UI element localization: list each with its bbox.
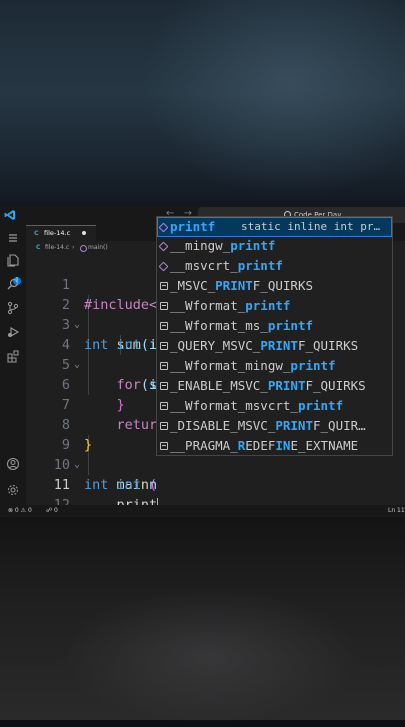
suggestion-label: __Wformat_msvcrt_printf xyxy=(170,396,343,416)
code-line-active: 11 print xyxy=(26,455,405,513)
suggestion-text: F_QUIRKS xyxy=(252,278,314,293)
suggestion-text: __Wformat_ xyxy=(170,298,246,313)
suggestion-item[interactable]: __Wformat_ms_printf xyxy=(157,316,392,336)
suggestion-label: __Wformat_ms_printf xyxy=(170,316,313,336)
match-highlight: PRINT xyxy=(260,338,298,353)
suggestion-label: _DISABLE_MSVC_PRINTF_QUIR… xyxy=(170,416,366,436)
suggestion-item[interactable]: __Wformat_mingw_printf xyxy=(157,356,392,376)
match-highlight: printf xyxy=(290,358,336,373)
match-highlight: printf xyxy=(267,318,313,333)
unsaved-dot-icon[interactable] xyxy=(82,231,86,235)
activity-bar: 1 xyxy=(0,225,26,505)
autocomplete-suggestions: printf static inline int pr… __mingw_print… xyxy=(156,216,393,456)
extensions-icon[interactable] xyxy=(6,349,20,363)
suggestion-item[interactable]: _QUERY_MSVC_PRINTF_QUIRKS xyxy=(157,336,392,356)
run-debug-icon[interactable] xyxy=(6,325,20,339)
account-icon[interactable] xyxy=(6,457,20,471)
settings-gear-icon[interactable] xyxy=(6,483,20,497)
vscode-logo-icon xyxy=(4,210,15,220)
macro-symbol-icon xyxy=(160,362,168,370)
breadcrumb-file[interactable]: file-14.c xyxy=(45,241,69,255)
video-background-bottom xyxy=(0,517,405,727)
suggestion-item[interactable]: __Wformat_msvcrt_printf xyxy=(157,396,392,416)
tab-file-14-c[interactable]: C file-14.c xyxy=(26,225,96,241)
suggestion-item[interactable]: printf static inline int pr… xyxy=(157,217,392,237)
suggestion-text: _QUERY_MSVC_ xyxy=(170,338,261,353)
menu-icon[interactable] xyxy=(6,231,20,245)
macro-symbol-icon xyxy=(160,382,168,390)
macro-symbol-icon xyxy=(160,402,168,410)
code-line: 12 } xyxy=(26,475,405,513)
suggestion-text: F_QUIRKS xyxy=(305,378,366,393)
suggestion-label: __PRAGMA_REDEFINE_EXTNAME xyxy=(170,436,358,456)
suggestion-label: _QUERY_MSVC_PRINTF_QUIRKS xyxy=(170,336,358,356)
explorer-icon[interactable] xyxy=(6,253,20,267)
suggestion-text: __msvcrt_ xyxy=(170,258,238,273)
problems-status[interactable]: ⊗ 0 ⚠ 0 xyxy=(8,505,32,517)
suggestion-label: printf xyxy=(170,217,215,237)
tab-label: file-14.c xyxy=(44,229,71,237)
match-highlight: PRINT xyxy=(215,278,253,293)
suggestion-text: __mingw_ xyxy=(170,238,231,253)
macro-symbol-icon xyxy=(160,282,168,290)
match-highlight: IN xyxy=(275,438,291,453)
cursor-position-status[interactable]: Ln 11 xyxy=(388,505,405,517)
macro-symbol-icon xyxy=(160,422,168,430)
suggestion-text: __PRAGMA_ xyxy=(170,438,238,453)
macro-symbol-icon xyxy=(160,342,168,350)
suggestion-label: _MSVC_PRINTF_QUIRKS xyxy=(170,276,313,296)
function-symbol-icon xyxy=(80,245,87,252)
suggestion-text: _DISABLE_MSVC_ xyxy=(170,418,276,433)
suggestion-item[interactable]: __msvcrt_printf xyxy=(157,256,392,276)
match-highlight: printf xyxy=(230,238,276,253)
suggestion-item[interactable]: __Wformat_printf xyxy=(157,296,392,316)
suggestion-label: __mingw_printf xyxy=(170,236,275,256)
match-highlight: PRINT xyxy=(275,418,313,433)
suggestion-text: __Wformat_ms_ xyxy=(170,318,268,333)
suggestion-item[interactable]: __PRAGMA_REDEFINE_EXTNAME xyxy=(157,436,392,456)
suggestion-text: __Wformat_mingw_ xyxy=(170,358,291,373)
match-highlight: printf xyxy=(237,258,283,273)
macro-symbol-icon xyxy=(160,442,168,450)
search-sidebar-icon[interactable] xyxy=(6,277,20,291)
suggestion-text: _ENABLE_MSVC_ xyxy=(170,378,268,393)
suggestion-text: _MSVC_ xyxy=(170,278,216,293)
suggestion-text: F_QUIR… xyxy=(313,418,366,433)
suggestion-item[interactable]: _DISABLE_MSVC_PRINTF_QUIR… xyxy=(157,416,392,436)
match-highlight: printf xyxy=(245,298,291,313)
breadcrumb-symbol[interactable]: main() xyxy=(88,241,108,255)
macro-symbol-icon xyxy=(160,302,168,310)
function-symbol-icon xyxy=(158,261,169,272)
suggestion-text: __Wformat_msvcrt_ xyxy=(170,398,298,413)
suggestion-text: EDEF xyxy=(245,438,276,453)
video-background-top xyxy=(0,0,405,205)
function-symbol-icon xyxy=(158,222,169,233)
status-bar: ⊗ 0 ⚠ 0 ☍ 0 Ln 11 xyxy=(0,505,405,517)
suggestion-text: E_EXTNAME xyxy=(290,438,359,453)
suggestion-label: __Wformat_printf xyxy=(170,296,290,316)
function-symbol-icon xyxy=(158,241,169,252)
suggestion-item[interactable]: _MSVC_PRINTF_QUIRKS xyxy=(157,276,392,296)
suggestion-item[interactable]: __mingw_printf xyxy=(157,236,392,256)
ports-status[interactable]: ☍ 0 xyxy=(46,505,58,517)
breadcrumb-c-file-icon: C xyxy=(36,244,41,251)
source-control-icon[interactable] xyxy=(6,301,20,315)
macro-symbol-icon xyxy=(160,322,168,330)
suggestion-item[interactable]: _ENABLE_MSVC_PRINTF_QUIRKS xyxy=(157,376,392,396)
suggestion-label: __Wformat_mingw_printf xyxy=(170,356,336,376)
suggestion-label: __msvcrt_printf xyxy=(170,256,283,276)
breadcrumb-separator: › xyxy=(72,244,75,251)
suggestion-detail: static inline int pr… xyxy=(241,220,381,233)
match-highlight: PRINT xyxy=(267,378,306,393)
match-highlight: printf xyxy=(170,219,216,234)
c-file-icon: C xyxy=(34,229,39,237)
match-highlight: printf xyxy=(297,398,344,413)
suggestion-text: F_QUIRKS xyxy=(297,338,359,353)
suggestion-label: _ENABLE_MSVC_PRINTF_QUIRKS xyxy=(170,376,366,396)
